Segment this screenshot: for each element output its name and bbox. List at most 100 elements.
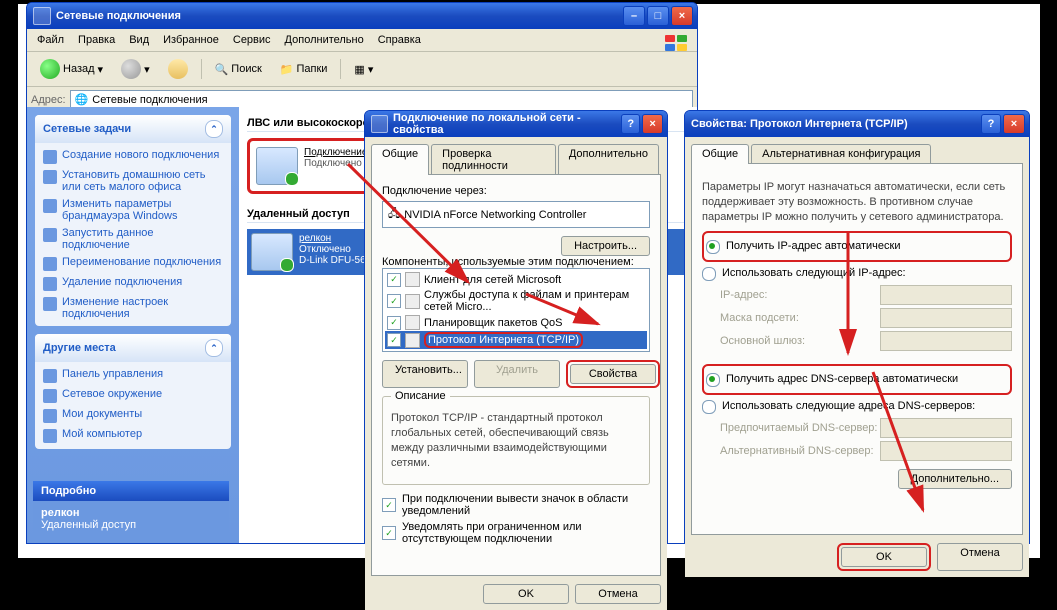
radio[interactable] (706, 373, 720, 387)
titlebar[interactable]: Сетевые подключения – □ × (27, 3, 697, 29)
place-pc[interactable]: Мой компьютер (43, 428, 223, 443)
network-icon: 🌐 (75, 93, 89, 106)
views-button[interactable]: ▦▾ (347, 60, 380, 79)
pc-icon (43, 429, 57, 443)
cancel-button[interactable]: Отмена (937, 543, 1023, 571)
home-icon (43, 170, 57, 184)
service-icon (405, 294, 420, 309)
properties-button[interactable]: Свойства (570, 364, 656, 384)
task-rename[interactable]: Переименование подключения (43, 256, 223, 271)
folders-button[interactable]: 📁Папки (273, 60, 335, 79)
highlight-box: Свойства (566, 360, 660, 388)
dns2-input (880, 441, 1012, 461)
places-panel: Другие места⌃ Панель управления Сетевое … (35, 334, 231, 449)
close-button[interactable]: × (642, 114, 663, 134)
details-title: Подробно (33, 481, 229, 501)
checkbox[interactable] (387, 316, 401, 330)
collapse-icon[interactable]: ⌃ (205, 120, 223, 138)
folder-up-icon (168, 59, 188, 79)
list-item[interactable]: Службы доступа к файлам и принтерам сете… (385, 288, 647, 314)
close-button[interactable]: × (1003, 114, 1025, 134)
checkbox[interactable] (382, 498, 396, 512)
lan-props-dialog: Подключение по локальной сети - свойства… (364, 110, 668, 544)
toolbar: Назад▾ ▾ 🔍Поиск 📁Папки ▦▾ (27, 52, 697, 87)
task-homenet[interactable]: Установить домашнюю сеть или сеть малого… (43, 169, 223, 193)
radio[interactable] (702, 400, 716, 414)
list-item[interactable]: Планировщик пакетов QoS (385, 314, 647, 331)
list-item[interactable]: Клиент для сетей Microsoft (385, 271, 647, 288)
help-button[interactable]: ? (981, 114, 1001, 134)
task-start[interactable]: Запустить данное подключение (43, 227, 223, 251)
task-props[interactable]: Изменение настроек подключения (43, 296, 223, 320)
gateway-label: Основной шлюз: (720, 335, 805, 347)
place-nethood[interactable]: Сетевое окружение (43, 388, 223, 403)
task-delete[interactable]: Удаление подключения (43, 276, 223, 291)
collapse-icon[interactable]: ⌃ (205, 339, 223, 357)
back-button[interactable]: Назад▾ (33, 56, 110, 82)
tab-general[interactable]: Общие (691, 144, 749, 164)
sheet-icon (371, 115, 388, 133)
task-new-conn[interactable]: Создание нового подключения (43, 149, 223, 164)
tab-altconfig[interactable]: Альтернативная конфигурация (751, 144, 931, 164)
search-icon: 🔍 (215, 63, 229, 76)
menu-edit[interactable]: Правка (72, 32, 121, 48)
back-icon (40, 59, 60, 79)
connect-via-label: Подключение через: (382, 185, 650, 197)
tray-icon-checkbox-row[interactable]: При подключении вывести значок в области… (382, 493, 650, 517)
radio-dns-auto[interactable]: Получить адрес DNS-сервера автоматически (706, 372, 1008, 387)
search-button[interactable]: 🔍Поиск (208, 60, 269, 79)
menu-view[interactable]: Вид (123, 32, 155, 48)
advanced-button[interactable]: Дополнительно... (898, 469, 1012, 489)
menu-fav[interactable]: Избранное (157, 32, 225, 48)
views-icon: ▦ (354, 63, 364, 76)
cpl-icon (43, 369, 57, 383)
menu-file[interactable]: Файл (31, 32, 70, 48)
details-name: релкон (41, 507, 221, 519)
dns1-label: Предпочитаемый DNS-сервер: (720, 422, 877, 434)
tasks-panel: Сетевые задачи⌃ Создание нового подключе… (35, 115, 231, 326)
help-button[interactable]: ? (621, 114, 640, 134)
menu-help[interactable]: Справка (372, 32, 427, 48)
forward-button[interactable]: ▾ (114, 56, 157, 82)
radio-dns-manual[interactable]: Использовать следующие адреса DNS-сервер… (702, 399, 1012, 414)
install-button[interactable]: Установить... (382, 360, 468, 388)
titlebar[interactable]: Подключение по локальной сети - свойства… (365, 111, 667, 137)
props-icon (43, 297, 57, 311)
notify-checkbox-row[interactable]: Уведомлять при ограниченном или отсутств… (382, 521, 650, 545)
configure-button[interactable]: Настроить... (561, 236, 650, 256)
checkbox[interactable] (387, 273, 401, 287)
menu-tools[interactable]: Сервис (227, 32, 277, 48)
ok-button[interactable]: OK (483, 584, 569, 604)
radio-ip-manual[interactable]: Использовать следующий IP-адрес: (702, 266, 1012, 281)
checkbox[interactable] (382, 526, 396, 540)
titlebar[interactable]: Свойства: Протокол Интернета (TCP/IP) ? … (685, 111, 1029, 137)
list-item-tcpip[interactable]: Протокол Интернета (TCP/IP) (385, 331, 647, 349)
checkbox[interactable] (387, 333, 401, 347)
minimize-button[interactable]: – (623, 6, 645, 26)
up-button[interactable] (161, 56, 195, 82)
client-icon (405, 272, 420, 287)
tab-auth[interactable]: Проверка подлинности (431, 144, 556, 175)
remove-button[interactable]: Удалить (474, 360, 560, 388)
network-icon (33, 7, 51, 25)
menu-adv[interactable]: Дополнительно (279, 32, 370, 48)
maximize-button[interactable]: □ (647, 6, 669, 26)
cancel-button[interactable]: Отмена (575, 584, 661, 604)
ok-button[interactable]: OK (841, 547, 927, 567)
checkbox[interactable] (387, 294, 401, 308)
radio[interactable] (702, 267, 716, 281)
components-label: Компоненты, используемые этим подключени… (382, 256, 650, 268)
folders-icon: 📁 (280, 63, 294, 76)
gateway-input (880, 331, 1012, 351)
place-docs[interactable]: Мои документы (43, 408, 223, 423)
radio-ip-auto[interactable]: Получить IP-адрес автоматически (706, 239, 1008, 254)
close-button[interactable]: × (671, 6, 693, 26)
task-firewall[interactable]: Изменить параметры брандмауэра Windows (43, 198, 223, 222)
tab-general[interactable]: Общие (371, 144, 429, 175)
components-list[interactable]: Клиент для сетей Microsoft Службы доступ… (382, 268, 650, 352)
place-cpl[interactable]: Панель управления (43, 368, 223, 383)
highlight-box: OK (837, 543, 931, 571)
tab-advanced[interactable]: Дополнительно (558, 144, 659, 175)
radio[interactable] (706, 240, 720, 254)
nethood-icon (43, 389, 57, 403)
